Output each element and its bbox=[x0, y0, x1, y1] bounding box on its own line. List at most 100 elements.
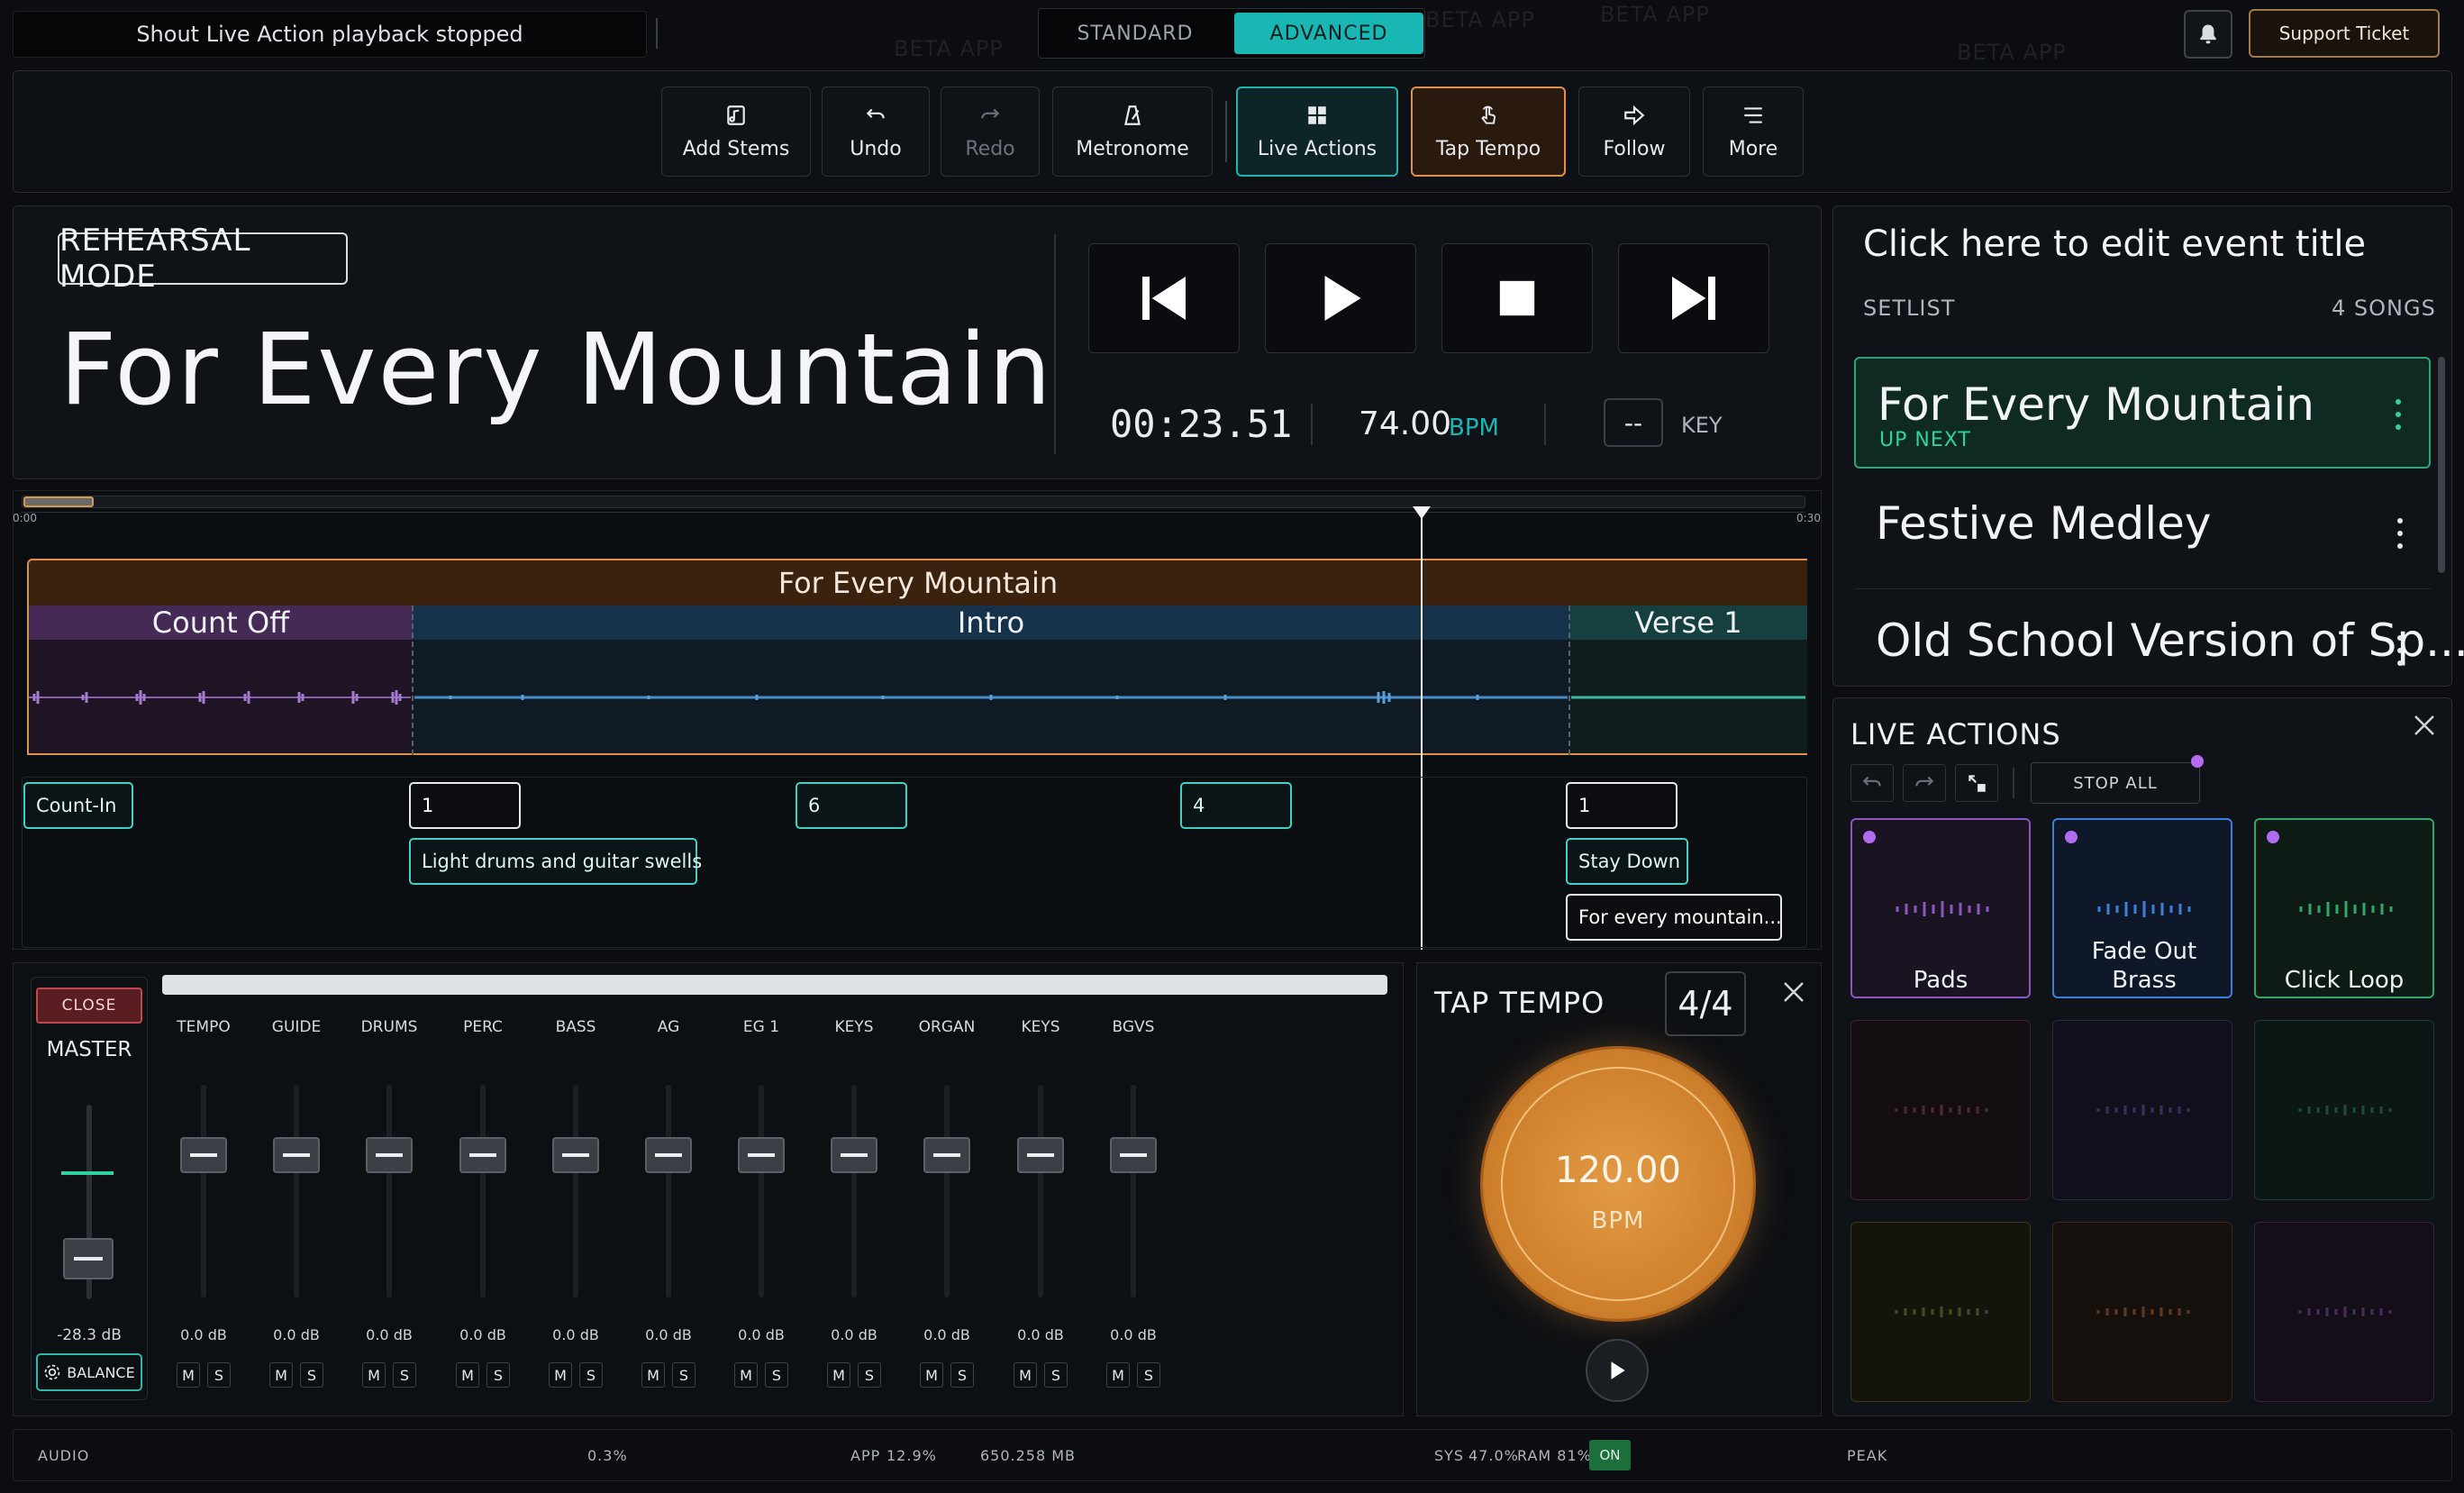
solo-button[interactable]: S bbox=[300, 1362, 323, 1388]
cue-marker[interactable]: 1 bbox=[1566, 782, 1678, 829]
status-on-badge[interactable]: ON bbox=[1589, 1440, 1631, 1470]
solo-button[interactable]: S bbox=[858, 1362, 881, 1388]
tap-play-button[interactable] bbox=[1586, 1339, 1649, 1402]
channel-fader-knob[interactable] bbox=[454, 1137, 512, 1173]
mute-button[interactable]: M bbox=[827, 1362, 850, 1388]
channel-fader-knob[interactable] bbox=[360, 1137, 418, 1173]
channel-fader-track[interactable] bbox=[1131, 1085, 1136, 1297]
live-pad-empty[interactable] bbox=[2052, 1020, 2232, 1200]
mixer-scrollbar[interactable] bbox=[162, 975, 1387, 995]
mode-advanced-button[interactable]: ADVANCED bbox=[1234, 13, 1423, 54]
close-icon[interactable] bbox=[2411, 712, 2438, 739]
live-pad-empty[interactable] bbox=[2254, 1222, 2434, 1402]
channel-fader-track[interactable] bbox=[386, 1085, 392, 1297]
playhead-handle[interactable] bbox=[1413, 506, 1431, 519]
mute-button[interactable]: M bbox=[920, 1362, 943, 1388]
previous-button[interactable] bbox=[1088, 243, 1240, 353]
mute-button[interactable]: M bbox=[456, 1362, 479, 1388]
channel-fader-knob[interactable] bbox=[547, 1137, 605, 1173]
setlist-item[interactable]: For Every Mountain UP NEXT bbox=[1854, 357, 2431, 469]
tap-tempo-button[interactable]: Tap Tempo bbox=[1411, 86, 1566, 177]
more-button[interactable]: More bbox=[1703, 86, 1804, 177]
cue-lyric[interactable]: For every mountain... bbox=[1566, 894, 1782, 941]
channel-fader-track[interactable] bbox=[573, 1085, 578, 1297]
mute-button[interactable]: M bbox=[1106, 1362, 1130, 1388]
close-mixer-button[interactable]: CLOSE bbox=[36, 988, 142, 1024]
mute-button[interactable]: M bbox=[362, 1362, 386, 1388]
play-button[interactable] bbox=[1265, 243, 1416, 353]
live-redo-button[interactable] bbox=[1903, 764, 1946, 802]
key-selector[interactable]: -- bbox=[1604, 398, 1663, 447]
channel-fader-knob[interactable] bbox=[825, 1137, 883, 1173]
setlist-scrollbar[interactable] bbox=[2438, 357, 2445, 573]
redo-button[interactable]: Redo bbox=[941, 86, 1040, 177]
channel-fader-track[interactable] bbox=[666, 1085, 671, 1297]
master-fader-knob[interactable] bbox=[63, 1238, 114, 1279]
live-expand-button[interactable] bbox=[1955, 764, 1998, 802]
metronome-button[interactable]: Metronome bbox=[1052, 86, 1213, 177]
mute-button[interactable]: M bbox=[734, 1362, 758, 1388]
live-undo-button[interactable] bbox=[1850, 764, 1894, 802]
channel-fader-track[interactable] bbox=[1038, 1085, 1043, 1297]
notifications-button[interactable] bbox=[2184, 10, 2232, 59]
solo-button[interactable]: S bbox=[672, 1362, 696, 1388]
add-stems-button[interactable]: Add Stems bbox=[661, 86, 811, 177]
balance-button[interactable]: BALANCE bbox=[36, 1353, 142, 1391]
rehearsal-mode-badge[interactable]: REHEARSAL MODE bbox=[58, 223, 348, 295]
setlist-item[interactable]: Old School Version of Sp... bbox=[1854, 595, 2464, 685]
mute-button[interactable]: M bbox=[1014, 1362, 1037, 1388]
channel-fader-knob[interactable] bbox=[640, 1137, 697, 1173]
channel-fader-knob[interactable] bbox=[918, 1137, 976, 1173]
channel-fader-knob[interactable] bbox=[1105, 1137, 1162, 1173]
channel-fader-track[interactable] bbox=[759, 1085, 764, 1297]
next-button[interactable] bbox=[1618, 243, 1769, 353]
solo-button[interactable]: S bbox=[207, 1362, 231, 1388]
cue-note[interactable]: Light drums and guitar swells bbox=[409, 838, 702, 885]
solo-button[interactable]: S bbox=[950, 1362, 974, 1388]
live-pad-click-loop[interactable]: Click Loop bbox=[2254, 818, 2434, 998]
cue-marker[interactable]: 6 bbox=[796, 782, 907, 829]
channel-fader-track[interactable] bbox=[201, 1085, 206, 1297]
setlist-item[interactable]: Festive Medley bbox=[1854, 478, 2431, 589]
live-pad-empty[interactable] bbox=[2052, 1222, 2232, 1402]
overview-scrollbar[interactable] bbox=[22, 496, 1805, 508]
support-ticket-button[interactable]: Support Ticket bbox=[2249, 9, 2440, 58]
solo-button[interactable]: S bbox=[486, 1362, 510, 1388]
channel-fader-track[interactable] bbox=[294, 1085, 299, 1297]
live-pad-empty[interactable] bbox=[2254, 1020, 2434, 1200]
more-vertical-icon[interactable] bbox=[2395, 396, 2402, 432]
channel-fader-track[interactable] bbox=[851, 1085, 857, 1297]
channel-fader-track[interactable] bbox=[480, 1085, 486, 1297]
live-pad-pads[interactable]: Pads bbox=[1850, 818, 2031, 998]
solo-button[interactable]: S bbox=[765, 1362, 788, 1388]
close-icon[interactable] bbox=[1780, 979, 1807, 1006]
cue-marker[interactable]: 1 bbox=[409, 782, 521, 829]
cue-count-in[interactable]: Count-In bbox=[23, 782, 133, 829]
live-actions-button[interactable]: Live Actions bbox=[1236, 86, 1398, 177]
mute-button[interactable]: M bbox=[177, 1362, 200, 1388]
mute-button[interactable]: M bbox=[641, 1362, 665, 1388]
live-pad-empty[interactable] bbox=[1850, 1222, 2031, 1402]
stop-all-button[interactable]: STOP ALL bbox=[2031, 762, 2200, 804]
mute-button[interactable]: M bbox=[549, 1362, 572, 1388]
live-pad-empty[interactable] bbox=[1850, 1020, 2031, 1200]
undo-button[interactable]: Undo bbox=[822, 86, 930, 177]
time-signature-selector[interactable]: 4/4 bbox=[1665, 971, 1746, 1036]
channel-fader-track[interactable] bbox=[944, 1085, 950, 1297]
solo-button[interactable]: S bbox=[393, 1362, 416, 1388]
channel-fader-knob[interactable] bbox=[268, 1137, 325, 1173]
cue-note[interactable]: Stay Down bbox=[1566, 838, 1688, 885]
song-region-bar[interactable]: For Every Mountain bbox=[27, 559, 1807, 605]
solo-button[interactable]: S bbox=[1044, 1362, 1068, 1388]
solo-button[interactable]: S bbox=[579, 1362, 603, 1388]
stop-button[interactable] bbox=[1441, 243, 1593, 353]
overview-scroll-thumb[interactable] bbox=[23, 496, 94, 507]
event-title[interactable]: Click here to edit event title bbox=[1863, 223, 2366, 265]
mute-button[interactable]: M bbox=[269, 1362, 293, 1388]
more-vertical-icon[interactable] bbox=[2396, 515, 2404, 551]
mode-standard-button[interactable]: STANDARD bbox=[1045, 13, 1225, 54]
more-vertical-icon[interactable] bbox=[2396, 633, 2404, 669]
channel-fader-knob[interactable] bbox=[732, 1137, 790, 1173]
channel-fader-knob[interactable] bbox=[1012, 1137, 1069, 1173]
channel-fader-knob[interactable] bbox=[175, 1137, 232, 1173]
